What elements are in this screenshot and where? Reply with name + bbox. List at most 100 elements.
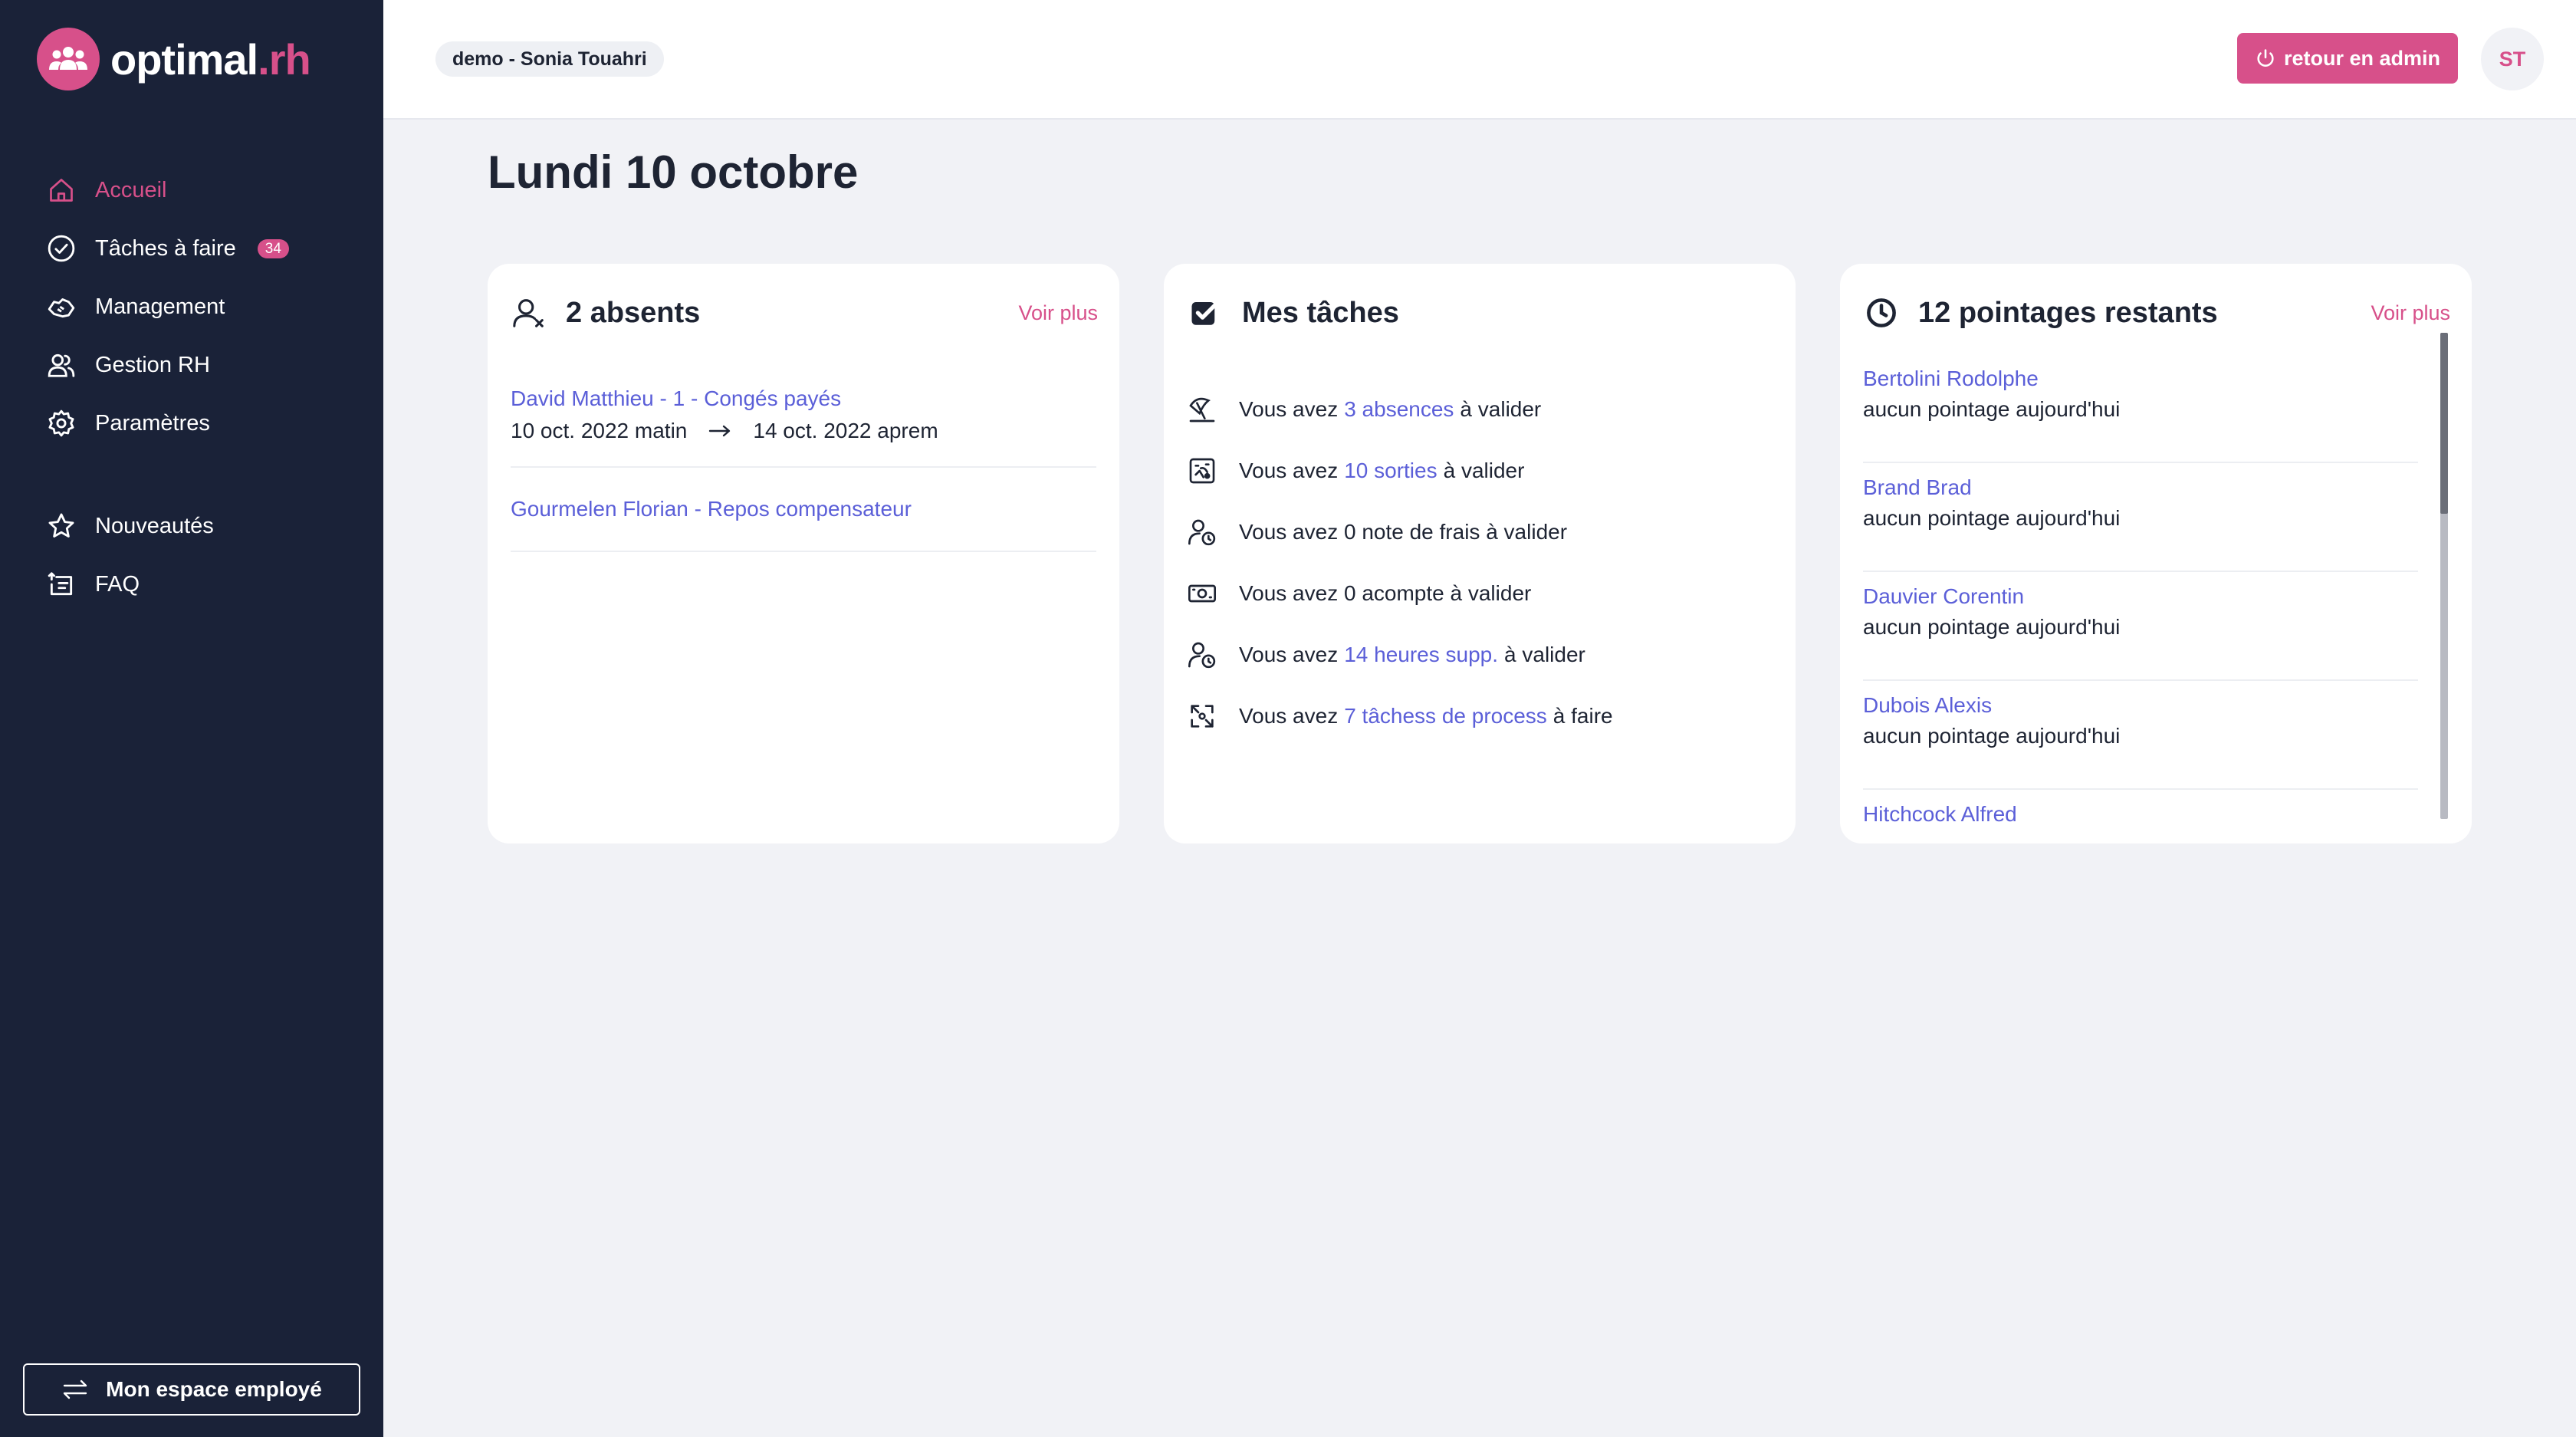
task-list: Vous avez 3 absences à valider Vous avez 10… [1185,379,1774,747]
pointage-status: aucun pointage aujourd'hui [1863,506,2121,530]
avatar[interactable]: ST [2481,28,2544,90]
sidebar: optimal.rh Accueil Tâches à faire 34 Man… [0,0,383,1437]
task-prefix: Vous avez [1239,459,1339,482]
process-icon [1185,699,1219,733]
task-text: Vous avez 0 note de frais à valider [1239,520,1568,544]
task-item: Vous avez 0 acompte à valider [1185,563,1774,624]
sidebar-item-label: Nouveautés [95,513,214,538]
pointage-list: Bertolini Rodolphe aucun pointage aujour… [1863,354,2418,822]
task-prefix: Vous avez [1239,397,1339,421]
card-header: Mes tâches [1185,290,1774,336]
sidebar-item-gestion-rh[interactable]: Gestion RH [44,336,289,394]
employee-space-button[interactable]: Mon espace employé [23,1363,360,1416]
sidebar-nav: Accueil Tâches à faire 34 Management Ges… [44,161,289,613]
sidebar-item-nouveautes[interactable]: Nouveautés [44,497,289,555]
home-icon [44,173,78,207]
scrollbar-thumb[interactable] [2440,333,2448,514]
sidebar-item-label: Paramètres [95,410,210,436]
task-suffix: à valider [1504,643,1585,666]
task-item: Vous avez 7 tâchess de process à faire [1185,686,1774,747]
sidebar-item-faq[interactable]: FAQ [44,555,289,613]
absents-card: 2 absents Voir plus David Matthieu - 1 -… [488,264,1119,843]
pointage-status: aucun pointage aujourd'hui [1863,615,2121,639]
employee-name-link[interactable]: Bertolini Rodolphe [1863,367,2418,391]
tasks-card: Mes tâches Vous avez 3 absences à valider … [1164,264,1796,843]
absent-name-link[interactable]: David Matthieu - 1 - Congés payés [511,386,1096,411]
card-title: 2 absents [566,296,701,329]
star-icon [44,509,78,543]
task-item: Vous avez 10 sorties à valider [1185,440,1774,501]
absence-dates: 10 oct. 2022 matin 14 oct. 2022 aprem [511,419,1096,443]
handshake-icon [44,290,78,324]
absent-name-link[interactable]: Gourmelen Florian - Repos compensateur [511,497,1096,521]
swap-arrows-icon [61,1379,89,1400]
list-item: Dubois Alexis aucun pointage aujourd'hui [1863,681,2418,790]
task-item: Vous avez 0 note de frais à valider [1185,501,1774,563]
absence-end: 14 oct. 2022 aprem [753,419,938,442]
employee-name-link[interactable]: Hitchcock Alfred [1863,802,2418,822]
sidebar-item-label: Gestion RH [95,352,210,377]
voir-plus-link[interactable]: Voir plus [2371,301,2450,325]
tasks-count-badge: 34 [257,238,289,258]
team-icon [37,28,100,90]
logo-text: optimal.rh [110,35,311,84]
task-text: Vous avez 0 acompte à valider [1239,581,1532,605]
task-prefix: Vous avez [1239,704,1339,728]
pointage-status: aucun pointage aujourd'hui [1863,397,2121,421]
faq-icon [44,567,78,601]
list-item: Dauvier Corentin aucun pointage aujourd'… [1863,572,2418,681]
task-prefix: Vous avez [1239,643,1339,666]
sidebar-item-parametres[interactable]: Paramètres [44,394,289,452]
pointages-card: 12 pointages restants Voir plus Bertolin… [1840,264,2472,843]
check-circle-icon [44,232,78,265]
employee-space-label: Mon espace employé [106,1377,322,1401]
page-title: Lundi 10 octobre [488,146,859,198]
employee-name-link[interactable]: Dubois Alexis [1863,693,2418,718]
sidebar-item-label: Management [95,294,225,319]
sidebar-item-management[interactable]: Management [44,278,289,336]
sidebar-item-taches[interactable]: Tâches à faire 34 [44,219,289,278]
users-icon [44,348,78,382]
list-item: Hitchcock Alfred [1863,790,2418,822]
sidebar-item-label: Accueil [95,177,167,202]
task-suffix: à valider [1443,459,1525,482]
arrow-right-icon [708,425,731,437]
user-absent-icon [509,293,549,333]
task-suffix: à valider [1460,397,1542,421]
card-header: 12 pointages restants Voir plus [1861,290,2450,336]
task-link[interactable]: 7 tâchess de process [1344,704,1547,728]
voir-plus-link[interactable]: Voir plus [1018,301,1098,325]
gear-icon [44,406,78,440]
sidebar-item-accueil[interactable]: Accueil [44,161,289,219]
employee-name-link[interactable]: Brand Brad [1863,475,2418,500]
clock-icon [1861,293,1901,333]
task-item: Vous avez 3 absences à valider [1185,379,1774,440]
task-link[interactable]: 10 sorties [1344,459,1437,483]
list-item: Gourmelen Florian - Repos compensateur [511,468,1096,552]
pointage-status: aucun pointage aujourd'hui [1863,724,2121,748]
absent-list: David Matthieu - 1 - Congés payés 10 oct… [511,386,1096,552]
checkbox-icon [1185,293,1225,333]
logo[interactable]: optimal.rh [37,28,311,90]
employee-name-link[interactable]: Dauvier Corentin [1863,584,2418,609]
task-item: Vous avez 14 heures supp. à valider [1185,624,1774,686]
card-title: Mes tâches [1242,296,1399,329]
beach-umbrella-icon [1185,393,1219,426]
back-to-admin-label: retour en admin [2283,46,2441,70]
pointage-scroll[interactable]: Bertolini Rodolphe aucun pointage aujour… [1863,354,2418,822]
absence-start: 10 oct. 2022 matin [511,419,688,442]
sidebar-item-label: FAQ [95,571,140,597]
task-link[interactable]: 14 heures supp. [1344,643,1498,667]
money-icon [1185,577,1219,610]
map-icon [1185,454,1219,488]
user-clock-icon [1185,638,1219,672]
card-title: 12 pointages restants [1918,296,2218,329]
back-to-admin-button[interactable]: retour en admin [2237,33,2458,84]
list-item: Bertolini Rodolphe aucun pointage aujour… [1863,354,2418,463]
task-link[interactable]: 3 absences [1344,397,1454,422]
card-header: 2 absents Voir plus [509,290,1098,336]
task-suffix: à faire [1552,704,1613,728]
sidebar-item-label: Tâches à faire [95,235,236,261]
user-clock-icon [1185,515,1219,549]
